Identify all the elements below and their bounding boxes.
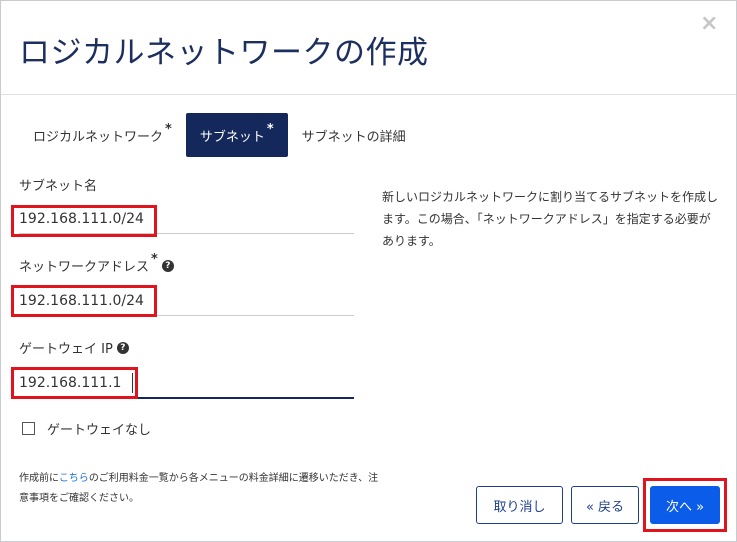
pricing-link[interactable]: こちら [59, 473, 89, 484]
title-divider [1, 94, 736, 95]
tab-label: サブネットの詳細 [301, 129, 406, 145]
close-icon[interactable]: × [700, 13, 718, 35]
no-gateway-label: ゲートウェイなし [47, 423, 152, 438]
text-caret [132, 373, 133, 393]
tab-subnet-details[interactable]: サブネットの詳細 [288, 113, 420, 157]
tab-label: ロジカルネットワーク [33, 129, 164, 145]
no-gateway-checkbox[interactable] [22, 422, 35, 435]
gateway-ip-input[interactable] [19, 369, 354, 399]
tab-label: サブネット [199, 129, 265, 145]
required-mark: * [266, 121, 274, 137]
no-gateway-checkbox-row[interactable]: ゲートウェイなし [22, 419, 151, 438]
network-address-label-text: ネットワークアドレス [19, 260, 150, 275]
tab-logical-network[interactable]: ロジカルネットワーク * [19, 113, 186, 157]
gateway-ip-label: ゲートウェイ IP ? [19, 338, 129, 357]
create-logical-network-dialog: × ロジカルネットワークの作成 ロジカルネットワーク * サブネット * サブネ… [0, 0, 737, 542]
cancel-button[interactable]: 取り消し [476, 486, 563, 524]
help-icon[interactable]: ? [116, 341, 129, 354]
network-address-input[interactable] [19, 286, 354, 316]
help-icon[interactable]: ? [161, 259, 174, 272]
subnet-name-input[interactable] [19, 204, 354, 234]
footnote-prefix: 作成前に [19, 473, 59, 484]
subnet-description: 新しいロジカルネットワークに割り当てるサブネットを作成します。この場合、「ネット… [382, 190, 719, 248]
gateway-ip-label-text: ゲートウェイ IP [19, 342, 113, 357]
network-address-label: ネットワークアドレス * ? [19, 252, 174, 275]
required-mark: * [165, 121, 172, 137]
back-button[interactable]: « 戻る [571, 486, 639, 524]
next-button[interactable]: 次へ » [650, 486, 720, 524]
required-mark: * [151, 252, 158, 267]
pricing-footnote: 作成前にこちらのご利用料金一覧から各メニューの料金詳細に遷移いただき、注意事項を… [19, 469, 379, 509]
dialog-title: ロジカルネットワークの作成 [19, 35, 429, 71]
subnet-name-label: サブネット名 [19, 175, 97, 194]
subnet-name-label-text: サブネット名 [19, 179, 98, 194]
tab-subnet[interactable]: サブネット * [185, 113, 288, 157]
wizard-tabs: ロジカルネットワーク * サブネット * サブネットの詳細 [19, 113, 420, 157]
